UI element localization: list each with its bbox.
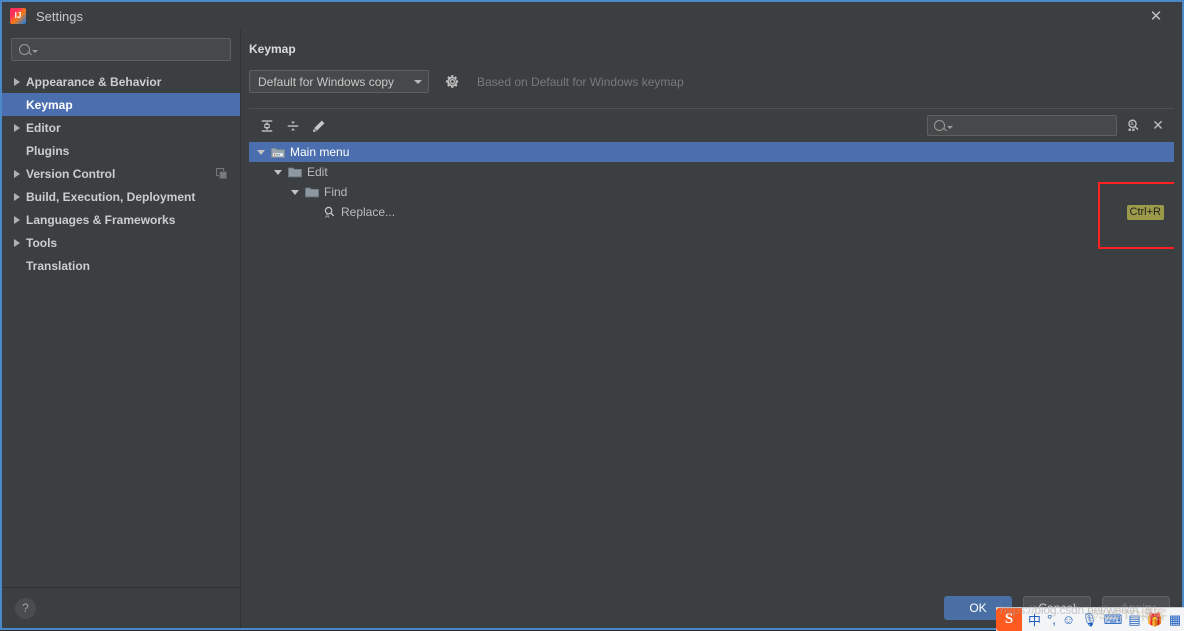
sidebar-item-build-execution-deployment[interactable]: Build, Execution, Deployment	[2, 185, 240, 208]
sidebar-item-label: Tools	[26, 235, 58, 250]
sidebar-item-label: Translation	[26, 258, 91, 273]
keyboard-search-icon-svg: A	[1128, 119, 1139, 131]
search-icon	[19, 44, 30, 55]
ime-toolbar: S 中 °, ☺ 🎙 ⌨ ▤ 🎁 ▦	[996, 607, 1184, 631]
collapse-all-icon[interactable]	[282, 115, 304, 137]
chevron-down-icon[interactable]	[291, 189, 299, 195]
chevron-right-icon[interactable]	[14, 77, 20, 86]
sidebar-footer: ?	[2, 587, 240, 628]
ime-item-4[interactable]: ⌨	[1104, 611, 1123, 629]
sidebar-item-label: Appearance & Behavior	[26, 74, 162, 89]
chevron-down-icon[interactable]	[274, 169, 282, 175]
keymap-tree: Main menu Edit Find A Replace... Ctrl+R	[249, 142, 1174, 588]
sidebar-item-version-control[interactable]: Version Control	[2, 162, 240, 185]
shortcut-cell: Ctrl+R	[1126, 204, 1164, 220]
sidebar-item-keymap[interactable]: Keymap	[2, 93, 240, 116]
find-actions-by-shortcut-icon[interactable]: A	[1124, 117, 1142, 135]
tree-row[interactable]: Main menu	[249, 142, 1174, 162]
settings-sidebar: Appearance & Behavior Keymap Editor Plugins…	[2, 30, 241, 628]
sidebar-item-appearance-behavior[interactable]: Appearance & Behavior	[2, 70, 240, 93]
chevron-right-icon[interactable]	[14, 123, 20, 132]
pencil-icon-svg	[313, 120, 325, 132]
keymap-tree-toolbar: A ✕	[249, 109, 1174, 142]
tree-row[interactable]: A Replace... Ctrl+R	[249, 202, 1174, 222]
search-input[interactable]	[43, 41, 217, 58]
gear-icon[interactable]	[445, 74, 460, 89]
shortcut-badge: Ctrl+R	[1126, 205, 1164, 220]
ime-item-1[interactable]: °,	[1047, 611, 1056, 629]
sidebar-item-label: Languages & Frameworks	[26, 212, 176, 227]
chevron-right-icon[interactable]	[14, 192, 20, 201]
keymap-select[interactable]: Default for Windows copy	[249, 70, 429, 93]
ime-item-5[interactable]: ▤	[1128, 611, 1140, 629]
copy-icon[interactable]	[216, 167, 228, 180]
settings-dialog: Settings ✕ Appearance & Behavior Keymap Ed…	[0, 0, 1184, 630]
help-button[interactable]: ?	[15, 597, 36, 619]
ime-item-6[interactable]: 🎁	[1147, 611, 1163, 629]
sidebar-list: Appearance & Behavior Keymap Editor Plugins…	[2, 67, 240, 587]
chevron-down-icon[interactable]	[257, 149, 265, 155]
ime-item-3[interactable]: 🎙	[1081, 611, 1098, 629]
collapse-all-icon-svg	[287, 121, 299, 130]
intellij-idea-icon	[10, 8, 26, 24]
tree-row-label: Find	[324, 185, 348, 199]
keymap-search-box[interactable]	[927, 115, 1117, 136]
sidebar-search-wrap	[2, 30, 240, 67]
tree-row[interactable]: Find	[249, 182, 1174, 202]
chevron-right-icon[interactable]	[14, 169, 20, 178]
keymap-header: Keymap Default for Windows copy Based on…	[241, 30, 1182, 108]
sidebar-search-box[interactable]	[11, 38, 231, 61]
edit-shortcut-icon[interactable]	[308, 115, 330, 137]
page-title: Keymap	[249, 42, 296, 56]
keymap-search-input[interactable]	[958, 117, 1102, 134]
sidebar-item-languages-frameworks[interactable]: Languages & Frameworks	[2, 208, 240, 231]
sidebar-item-translation[interactable]: Translation	[2, 254, 240, 277]
based-on-text: Based on Default for Windows keymap	[477, 74, 684, 89]
gear-icon-svg	[445, 74, 459, 88]
clear-filter-icon[interactable]: ✕	[1149, 116, 1167, 134]
chevron-down-icon	[414, 79, 422, 84]
sidebar-item-plugins[interactable]: Plugins	[2, 139, 240, 162]
main-menu-icon	[271, 146, 285, 158]
sidebar-item-label: Plugins	[26, 143, 70, 158]
close-icon[interactable]: ✕	[1136, 2, 1176, 30]
search-icon	[934, 120, 945, 131]
sidebar-item-label: Keymap	[26, 97, 73, 112]
sidebar-item-tools[interactable]: Tools	[2, 231, 240, 254]
window-title: Settings	[36, 8, 83, 24]
chevron-right-icon[interactable]	[14, 215, 20, 224]
action-icon: A	[322, 206, 336, 220]
expand-all-icon-svg	[261, 119, 273, 132]
folder-icon	[305, 186, 319, 198]
chevron-right-icon[interactable]	[14, 238, 20, 247]
ime-item-0[interactable]: 中	[1028, 611, 1041, 629]
folder-icon	[288, 166, 302, 178]
tree-row[interactable]: Edit	[249, 162, 1174, 182]
search-dropdown-caret-icon	[32, 50, 38, 53]
ime-item-7[interactable]: ▦	[1169, 611, 1181, 629]
keymap-select-value: Default for Windows copy	[258, 74, 395, 89]
ime-logo-icon[interactable]: S	[996, 608, 1022, 631]
svg-text:A: A	[325, 214, 329, 219]
tree-row-label: Main menu	[290, 145, 350, 159]
sidebar-item-label: Version Control	[26, 166, 116, 181]
dialog-body: Appearance & Behavior Keymap Editor Plugins…	[2, 30, 1182, 628]
expand-all-icon[interactable]	[256, 115, 278, 137]
keymap-panel: Keymap Default for Windows copy Based on…	[241, 30, 1182, 628]
title-bar: Settings ✕	[2, 2, 1182, 30]
keymap-controls-row: Default for Windows copy Based on Defaul…	[249, 70, 1182, 93]
sidebar-item-editor[interactable]: Editor	[2, 116, 240, 139]
tree-row-label: Edit	[307, 165, 328, 179]
search-dropdown-caret-icon	[947, 126, 953, 129]
tree-row-label: Replace...	[341, 205, 396, 219]
sidebar-item-label: Build, Execution, Deployment	[26, 189, 196, 204]
keymap-tree-box: A ✕ Main menu Edit Find A Replace... Ctrl+R	[249, 108, 1174, 588]
ime-item-2[interactable]: ☺	[1062, 611, 1075, 629]
sidebar-item-label: Editor	[26, 120, 61, 135]
